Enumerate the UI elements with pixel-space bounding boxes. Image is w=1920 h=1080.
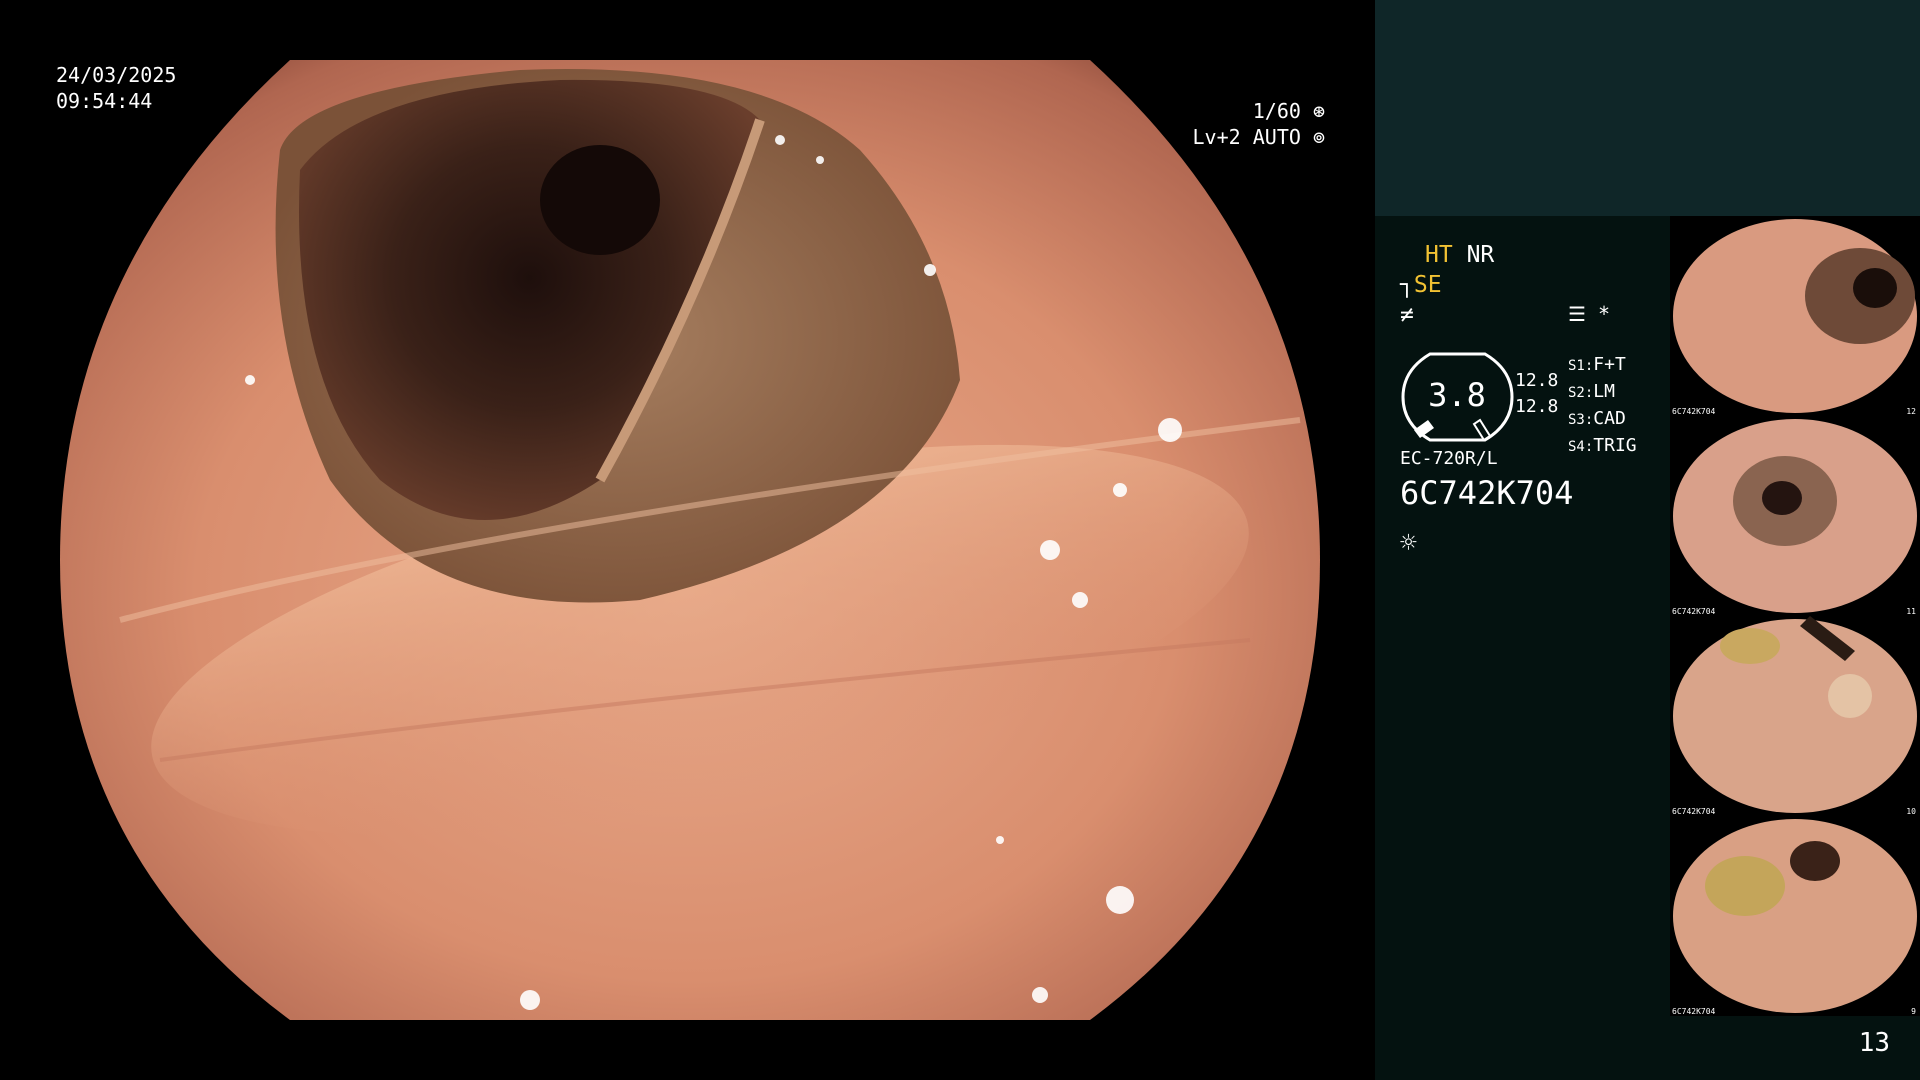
ht-label: HT	[1425, 242, 1453, 268]
thumbnail-index: 12	[1906, 407, 1916, 416]
thumbnail-index: 11	[1906, 607, 1916, 616]
thumbnail-caption: 6C742K704	[1672, 1007, 1716, 1016]
thumbnail-caption: 6C742K704	[1672, 407, 1716, 416]
endoscopy-image	[60, 60, 1320, 1020]
brightness-level: Lv+2	[1192, 125, 1241, 149]
contrast-icon: ≠	[1400, 302, 1414, 328]
date-text: 24/03/2025	[56, 63, 177, 87]
memo-icon: ☰	[1568, 302, 1586, 326]
thumbnail-index: 9	[1911, 1007, 1916, 1016]
se-label: SE	[1413, 272, 1442, 298]
thumbnail-index: 10	[1906, 807, 1916, 816]
shutter-speed: 1/60	[1252, 99, 1301, 123]
thumbnail-caption: 6C742K704	[1672, 807, 1716, 816]
switch-list: S1:F+T S2:LM S3:CAD S4:TRIG	[1568, 352, 1637, 460]
page-number: 13	[1858, 1028, 1890, 1058]
endoscope-view: 24/03/2025 09:54:44 1/60 ⊛ Lv+2 AUTO ⊚	[0, 0, 1375, 1080]
thumbnail[interactable]: 9 6C742K704	[1670, 816, 1920, 1016]
timestamp: 24/03/2025 09:54:44	[56, 62, 176, 114]
switch-item: S2:LM	[1568, 381, 1615, 402]
value-1: 12.8	[1515, 370, 1559, 391]
iris-icon: ⊚	[1312, 125, 1325, 149]
gauge-value: 3.8	[1428, 376, 1486, 414]
thumbnail[interactable]: 11 6C742K704	[1670, 416, 1920, 616]
switch-item: S3:CAD	[1568, 408, 1626, 429]
thumbnail[interactable]: 12 6C742K704	[1670, 216, 1920, 416]
gauge: 3.8	[1401, 352, 1514, 442]
scope-model: EC-720R/L	[1400, 448, 1498, 469]
value-2: 12.8	[1515, 396, 1559, 417]
switch-item: S4:TRIG	[1568, 435, 1637, 456]
nr-label: NR	[1466, 242, 1495, 268]
light-icon: ☼	[1400, 526, 1417, 559]
switch-item: S1:F+T	[1568, 354, 1626, 375]
panel-header	[1375, 0, 1920, 216]
structure-enhance-icon: ┐	[1400, 272, 1414, 298]
thumbnail[interactable]: 10 6C742K704	[1670, 616, 1920, 816]
thumbnail-caption: 6C742K704	[1672, 607, 1716, 616]
exposure-readout: 1/60 ⊛ Lv+2 AUTO ⊚	[1193, 98, 1325, 150]
scope-serial: 6C742K704	[1400, 474, 1574, 512]
shutter-icon: ⊛	[1312, 99, 1325, 123]
asterisk-mark: *	[1597, 302, 1611, 326]
iris-mode: AUTO	[1252, 125, 1301, 149]
time-text: 09:54:44	[56, 89, 153, 113]
